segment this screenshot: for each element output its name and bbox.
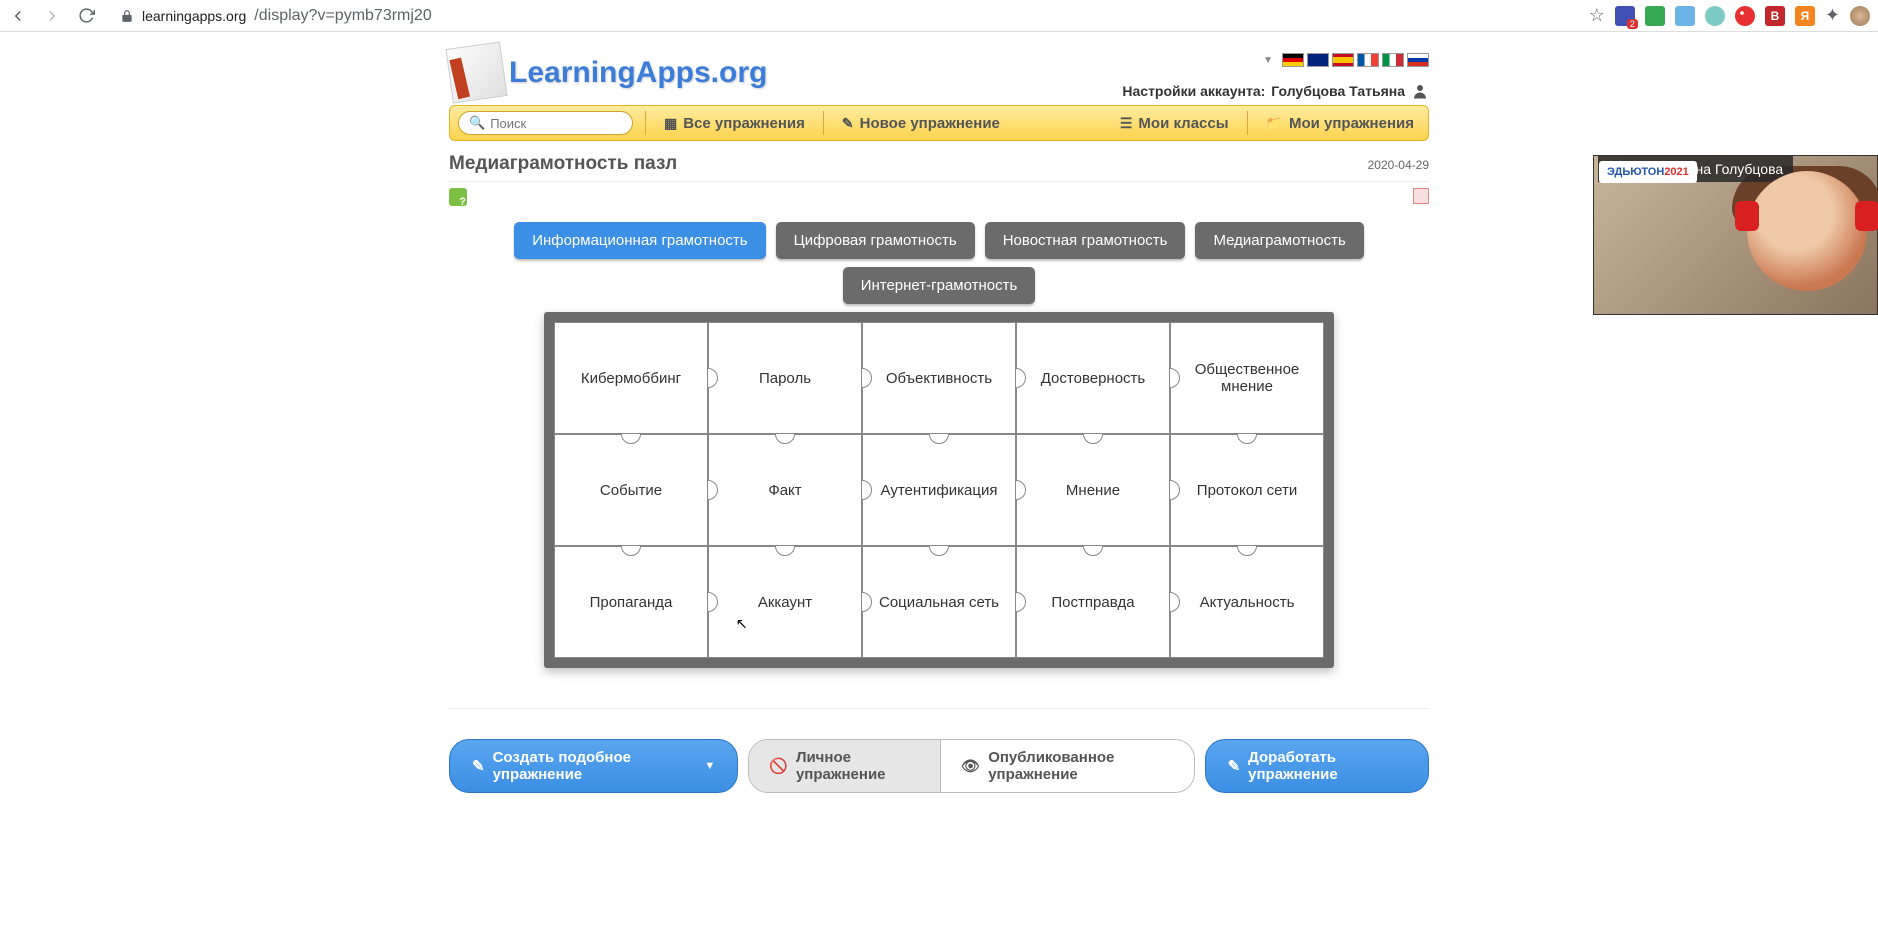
folder-icon: 📁: [1266, 115, 1283, 132]
ext-icon-7[interactable]: Я: [1795, 6, 1815, 26]
chevron-down-icon: ▼: [704, 760, 715, 772]
pencil-icon: ✎: [1228, 757, 1241, 775]
puzzle-piece[interactable]: Объективность: [862, 322, 1016, 434]
create-similar-button[interactable]: ✎ Создать подобное упражнение ▼: [449, 739, 738, 793]
puzzle-board: КибермоббингПарольОбъективностьДостоверн…: [554, 322, 1324, 658]
category-button[interactable]: Информационная грамотность: [514, 222, 765, 259]
logo-text: LearningApps.org: [509, 56, 767, 90]
flag-en[interactable]: [1307, 53, 1329, 67]
grid-icon: ▦: [664, 115, 677, 132]
category-button[interactable]: Медиаграмотность: [1195, 222, 1363, 259]
account-settings-link[interactable]: Настройки аккаунта: Голубцова Татьяна: [1122, 82, 1429, 100]
user-icon: [1411, 82, 1429, 100]
account-prefix: Настройки аккаунта:: [1122, 83, 1265, 99]
title-row: Медиаграмотность пазл 2020-04-29: [449, 141, 1429, 182]
ext-icon-1[interactable]: 2: [1615, 6, 1635, 26]
logo[interactable]: LearningApps.org: [449, 45, 767, 100]
eye-off-icon: 🚫: [769, 757, 788, 775]
nav-my-classes[interactable]: ☰ Мои классы: [1106, 106, 1243, 140]
headset-left-icon: [1735, 201, 1759, 231]
page-date: 2020-04-29: [1368, 158, 1429, 172]
puzzle-piece[interactable]: Протокол сети: [1170, 434, 1324, 546]
puzzle-piece[interactable]: Общественное мнение: [1170, 322, 1324, 434]
url-host: learningapps.org: [142, 8, 246, 24]
video-overlay[interactable]: ЭДЬЮТОН2021 ментор Татьяна Голубцова: [1593, 155, 1878, 315]
extension-icons: ☆ 2 B Я ✦: [1589, 5, 1870, 26]
nav-my-exercises[interactable]: 📁 Мои упражнения: [1252, 106, 1428, 140]
published-toggle[interactable]: 👁 Опубликованное упражнение: [940, 740, 1193, 792]
main-navbar: 🔍 ▦ Все упражнения ✎ Новое упражнение ☰ …: [449, 105, 1429, 141]
flag-es[interactable]: [1332, 53, 1354, 67]
page-title: Медиаграмотность пазл: [449, 153, 677, 175]
star-icon[interactable]: ☆: [1589, 5, 1605, 26]
extensions-menu-icon[interactable]: ✦: [1825, 5, 1840, 26]
search-input[interactable]: [490, 116, 622, 131]
puzzle-piece[interactable]: Аккаунт: [708, 546, 862, 658]
puzzle-board-frame: КибермоббингПарольОбъективностьДостоверн…: [544, 312, 1334, 668]
puzzle-piece[interactable]: Событие: [554, 434, 708, 546]
site-header: LearningApps.org ▼ Настройки аккаунта: Г…: [449, 40, 1429, 105]
search-box[interactable]: 🔍: [458, 111, 633, 135]
sub-toolbar: [449, 182, 1429, 212]
back-button[interactable]: [8, 6, 28, 26]
pencil-icon: ✎: [842, 115, 854, 132]
ext-icon-5[interactable]: [1735, 6, 1755, 26]
puzzle-piece[interactable]: Мнение: [1016, 434, 1170, 546]
nav-new-exercise[interactable]: ✎ Новое упражнение: [828, 106, 1014, 140]
lock-icon: [120, 9, 134, 23]
flag-fr[interactable]: [1357, 53, 1379, 67]
visibility-toggle: 🚫 Личное упражнение 👁 Опубликованное упр…: [748, 739, 1194, 793]
puzzle-piece[interactable]: Факт: [708, 434, 862, 546]
puzzle-piece[interactable]: Пропаганда: [554, 546, 708, 658]
search-icon: 🔍: [469, 115, 485, 131]
puzzle-piece[interactable]: Социальная сеть: [862, 546, 1016, 658]
edit-icon: ✎: [472, 757, 485, 775]
category-button[interactable]: Цифровая грамотность: [776, 222, 975, 259]
puzzle-piece[interactable]: Пароль: [708, 322, 862, 434]
language-flags: ▼: [1122, 53, 1429, 67]
headset-right-icon: [1855, 201, 1878, 231]
puzzle-piece[interactable]: Актуальность: [1170, 546, 1324, 658]
reload-button[interactable]: [76, 6, 96, 26]
list-icon: ☰: [1120, 115, 1133, 132]
puzzle-piece[interactable]: Достоверность: [1016, 322, 1170, 434]
private-toggle[interactable]: 🚫 Личное упражнение: [749, 740, 940, 792]
browser-toolbar: learningapps.org/display?v=pymb73rmj20 ☆…: [0, 0, 1878, 32]
profile-avatar[interactable]: [1850, 6, 1870, 26]
category-button[interactable]: Новостная грамотность: [985, 222, 1186, 259]
flag-it[interactable]: [1382, 53, 1404, 67]
refine-button[interactable]: ✎ Доработать упражнение: [1205, 739, 1429, 793]
forward-button[interactable]: [42, 6, 62, 26]
flag-de[interactable]: [1282, 53, 1304, 67]
ext-icon-2[interactable]: [1645, 6, 1665, 26]
account-name: Голубцова Татьяна: [1271, 83, 1405, 99]
help-icon[interactable]: [449, 188, 467, 206]
bottom-actions: ✎ Создать подобное упражнение ▼ 🚫 Личное…: [449, 708, 1429, 808]
fullscreen-icon[interactable]: [1413, 188, 1429, 204]
puzzle-piece[interactable]: Аутентификация: [862, 434, 1016, 546]
category-button[interactable]: Интернет-грамотность: [843, 267, 1036, 304]
address-bar[interactable]: learningapps.org/display?v=pymb73rmj20: [110, 5, 610, 27]
eye-icon: 👁: [961, 757, 980, 775]
category-buttons: Информационная грамотность Цифровая грамо…: [449, 212, 1429, 304]
video-badge: ЭДЬЮТОН2021: [1599, 161, 1697, 183]
puzzle-piece[interactable]: Постправда: [1016, 546, 1170, 658]
url-path: /display?v=pymb73rmj20: [254, 7, 431, 25]
ext-icon-6[interactable]: B: [1765, 6, 1785, 26]
nav-all-exercises[interactable]: ▦ Все упражнения: [650, 106, 819, 140]
ext-icon-4[interactable]: [1705, 6, 1725, 26]
flag-ru[interactable]: [1407, 53, 1429, 67]
logo-image: [445, 41, 507, 103]
flag-dropdown-icon[interactable]: ▼: [1263, 55, 1273, 66]
puzzle-piece[interactable]: Кибермоббинг: [554, 322, 708, 434]
ext-icon-3[interactable]: [1675, 6, 1695, 26]
presenter-face: [1747, 171, 1867, 291]
